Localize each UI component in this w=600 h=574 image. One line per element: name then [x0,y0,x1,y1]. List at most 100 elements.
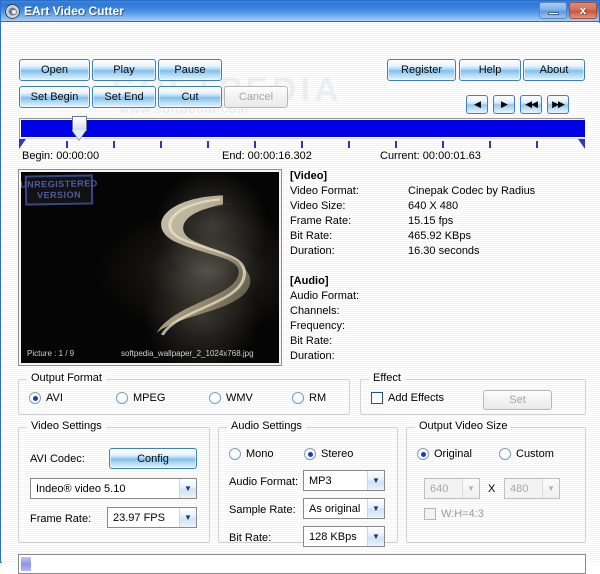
radio-size-custom[interactable]: Custom [499,448,554,460]
aspect-ratio-label: W:H=4:3 [441,508,484,520]
info-label: Frequency: [290,320,346,332]
info-value: Cinepak Codec by Radius [408,185,536,197]
audio-format-value: MP3 [309,474,332,487]
chevron-down-icon[interactable]: ▼ [179,479,196,498]
radio-dot-icon [116,392,128,404]
preview-caption: Picture : 1 / 9 softpedia_wallpaper_2_10… [21,349,279,361]
timeline-thumb[interactable] [72,116,87,141]
codec-config-button[interactable]: Config [109,448,197,469]
end-time-label: End: 00:00:16.302 [222,150,312,162]
audio-format-label: Audio Format: [229,476,299,488]
avi-codec-value: Indeo® video 5.10 [36,482,126,495]
radio-label: AVI [46,392,63,404]
size-separator-label: X [488,483,496,495]
radio-rm[interactable]: RM [292,392,326,404]
progress-chunk [21,557,31,571]
help-button[interactable]: Help [459,59,521,81]
register-button[interactable]: Register [387,59,456,81]
info-value: 640 X 480 [408,200,459,212]
radio-dot-icon [209,392,221,404]
preview-index-label: Picture : 1 / 9 [27,349,75,358]
chevron-down-icon[interactable]: ▼ [179,508,196,527]
cut-button[interactable]: Cut [158,86,222,108]
radio-dot-icon [304,448,316,460]
info-row: Duration: 16.30 seconds [290,244,586,259]
info-label: Duration: [290,245,335,257]
video-preview-frame: UNREGISTERED VERSION Picture : 1 / 9 sof… [21,172,279,363]
add-effects-checkbox[interactable]: Add Effects [371,392,444,404]
frame-rate-select[interactable]: 23.97 FPS ▼ [107,507,197,528]
timeline-track[interactable] [19,118,585,139]
audio-bit-rate-label: Bit Rate: [229,532,272,544]
radio-size-original[interactable]: Original [417,448,472,460]
radio-label: Stereo [321,448,354,460]
window-title: EArt Video Cutter [24,4,124,18]
info-value: 16.30 seconds [408,245,480,257]
current-time-label: Current: 00:00:01.63 [380,150,481,162]
chevron-down-icon[interactable]: ▼ [367,499,384,518]
effect-set-button: Set [483,390,552,410]
prev-frame-button[interactable]: ◀ [466,95,488,114]
fast-forward-button[interactable]: ▶▶ [547,95,569,114]
close-button[interactable]: x [569,2,597,19]
title-bar: EArt Video Cutter x [1,1,599,22]
info-label: Bit Rate: [290,230,333,242]
info-value: 15.15 fps [408,215,454,227]
set-begin-button[interactable]: Set Begin [19,86,90,108]
info-row: Frequency: [290,319,586,334]
radio-stereo[interactable]: Stereo [304,448,353,460]
radio-mono[interactable]: Mono [229,448,274,460]
info-label: Channels: [290,305,340,317]
audio-settings-legend: Audio Settings [227,420,306,432]
avi-codec-select[interactable]: Indeo® video 5.10 ▼ [30,478,197,499]
info-row: Bit Rate: [290,334,586,349]
radio-wmv[interactable]: WMV [209,392,253,404]
output-format-group: Output Format AVI MPEG WMV RM [18,372,350,415]
video-settings-legend: Video Settings [27,420,106,432]
chevron-down-icon[interactable]: ▼ [367,471,384,490]
chevron-down-icon[interactable]: ▼ [367,527,384,546]
tick-mark [442,141,444,148]
checkbox-icon [371,392,383,404]
time-readouts: Begin: 00:00:00 End: 00:00:16.302 Curren… [22,150,588,164]
unregistered-stamp: UNREGISTERED VERSION [21,174,98,206]
end-marker-icon[interactable] [578,139,585,149]
output-format-legend: Output Format [27,372,106,384]
minimize-button[interactable] [539,2,567,19]
aspect-ratio-checkbox: W:H=4:3 [424,508,484,520]
info-label: Video Size: [290,200,346,212]
audio-format-select[interactable]: MP3 ▼ [303,470,385,491]
tick-mark [207,141,209,148]
timeline-ticks [19,139,585,149]
play-button[interactable]: Play [92,59,156,81]
begin-marker-icon[interactable] [19,139,26,149]
radio-avi[interactable]: AVI [29,392,63,404]
chevron-down-icon: ▼ [462,479,479,498]
radio-dot-icon [499,448,511,460]
video-preview[interactable]: UNREGISTERED VERSION Picture : 1 / 9 sof… [18,169,282,366]
about-button[interactable]: About [523,59,585,81]
radio-label: MPEG [133,392,166,404]
tick-mark [113,141,115,148]
tick-mark [160,141,162,148]
audio-bit-rate-select[interactable]: 128 KBps ▼ [303,526,385,547]
info-row: Channels: [290,304,586,319]
rewind-button[interactable]: ◀◀ [520,95,542,114]
swirl-artwork [156,195,251,336]
avi-codec-label: AVI Codec: [30,453,85,465]
info-row: Audio Format: [290,289,586,304]
info-label: Audio Format: [290,290,360,302]
info-row: Video Size: 640 X 480 [290,199,586,214]
frame-rate-value: 23.97 FPS [113,511,165,524]
tick-mark [536,141,538,148]
pause-button[interactable]: Pause [158,59,222,81]
info-label: Frame Rate: [290,215,352,227]
next-frame-button[interactable]: ▶ [493,95,515,114]
sample-rate-select[interactable]: As original ▼ [303,498,385,519]
set-end-button[interactable]: Set End [92,86,156,108]
radio-mpeg[interactable]: MPEG [116,392,165,404]
client-area: SOFTPEDIA www.softpedia.com Open Play Pa… [2,23,600,574]
radio-label: Original [434,448,472,460]
open-button[interactable]: Open [19,59,90,81]
cancel-button: Cancel [224,86,288,108]
